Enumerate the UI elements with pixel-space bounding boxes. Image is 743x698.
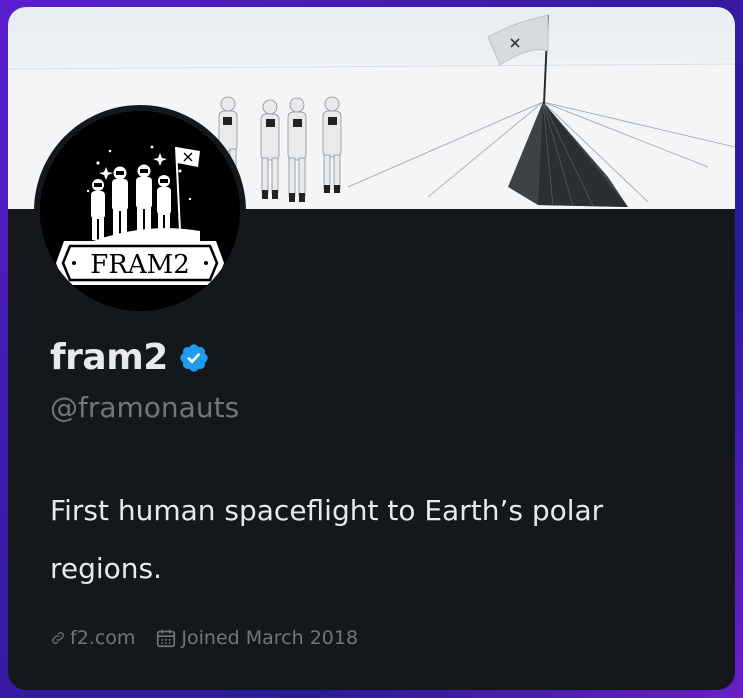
- avatar-ring: FRAM2: [34, 105, 246, 317]
- fram2-logo: FRAM2: [40, 111, 240, 311]
- profile-meta: f2.com Joined March 2018: [50, 627, 358, 649]
- website-text[interactable]: f2.com: [70, 627, 135, 649]
- verified-badge-icon[interactable]: [178, 342, 210, 374]
- user-handle: @framonauts: [50, 391, 240, 424]
- profile-card: FRAM2 fram2 @framonauts First human spac…: [8, 7, 735, 690]
- logo-text: FRAM2: [90, 250, 190, 280]
- website-link[interactable]: f2.com: [50, 627, 135, 649]
- display-name: fram2: [50, 337, 168, 378]
- profile-bio: First human spaceflight to Earth’s polar…: [50, 494, 604, 585]
- avatar[interactable]: FRAM2: [40, 111, 240, 311]
- calendar-icon: [157, 629, 176, 648]
- link-icon: [52, 632, 64, 644]
- joined-date: Joined March 2018: [155, 627, 358, 649]
- joined-text: Joined March 2018: [181, 627, 359, 649]
- name-row: fram2: [50, 337, 210, 378]
